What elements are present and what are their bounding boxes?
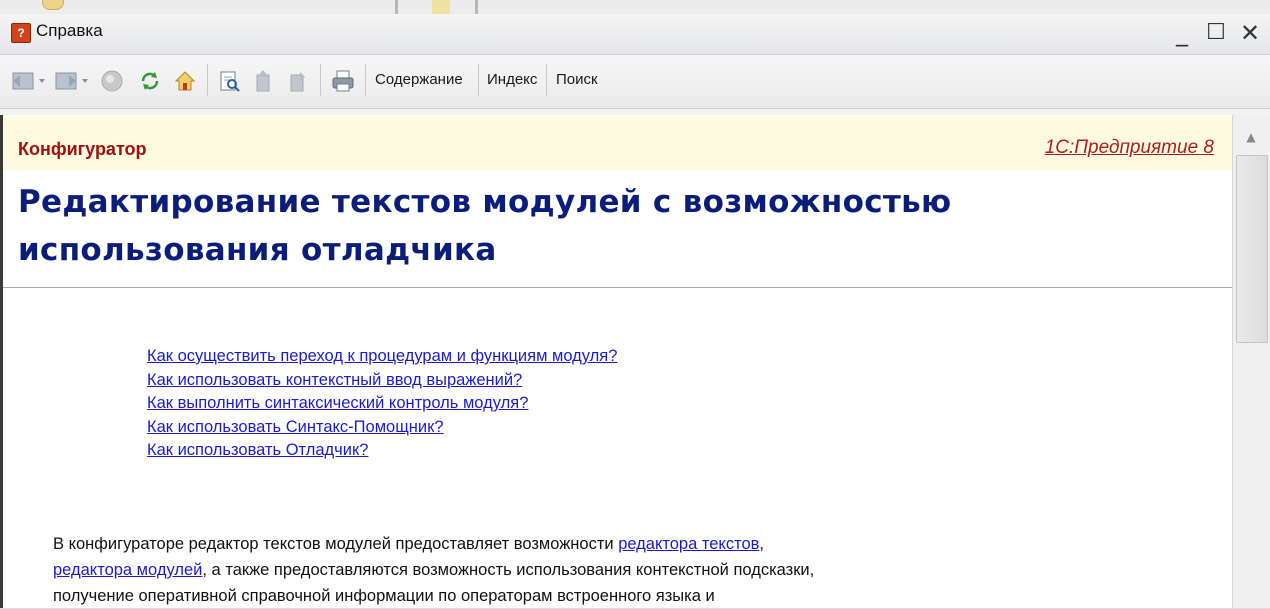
paragraph-text: ,: [759, 535, 764, 553]
home-icon: [174, 71, 196, 91]
module-editor-link[interactable]: редактора модулей: [53, 561, 202, 579]
paragraph-text: В конфигураторе редактор текстов модулей…: [53, 535, 619, 553]
home-button[interactable]: [170, 66, 200, 96]
find-button[interactable]: [214, 66, 244, 96]
toolbar-separator: [320, 64, 321, 96]
minimize-button[interactable]: _: [1165, 16, 1199, 50]
toolbar-separator: [478, 64, 479, 96]
back-button[interactable]: [10, 66, 48, 96]
product-link[interactable]: 1С:Предприятие 8: [1045, 137, 1214, 159]
topic-link[interactable]: Как осуществить переход к процедурам и ф…: [147, 345, 617, 369]
contents-tab-button[interactable]: Содержание: [375, 71, 463, 88]
next-topic-button[interactable]: [283, 66, 313, 96]
background-divider: [475, 0, 478, 14]
forward-button[interactable]: [53, 66, 91, 96]
topic-link[interactable]: Как использовать Синтакс-Помощник?: [147, 416, 617, 440]
toolbar-separator: [207, 64, 208, 96]
text-editor-link[interactable]: редактора текстов: [618, 535, 759, 553]
previous-topic-button[interactable]: [249, 66, 279, 96]
scroll-up-arrow-icon[interactable]: ▲: [1237, 123, 1265, 151]
printer-icon: [332, 70, 354, 92]
title-bar[interactable]: [0, 14, 1270, 55]
background-app-strip: [0, 0, 1270, 14]
forward-arrow-icon: [55, 72, 88, 90]
window-title: Справка: [36, 21, 103, 40]
section-label: Конфигуратор: [18, 139, 147, 159]
stop-icon: [101, 70, 123, 92]
page-title: Редактирование текстов модулей с возможн…: [18, 184, 952, 268]
toolbar-separator: [546, 64, 547, 96]
print-button[interactable]: [327, 66, 359, 96]
help-app-icon: ?: [11, 23, 31, 43]
index-tab-button[interactable]: Индекс: [487, 71, 537, 88]
close-button[interactable]: ✕: [1233, 16, 1267, 50]
maximize-button[interactable]: ☐: [1199, 16, 1233, 50]
background-app-icon: [42, 0, 64, 10]
refresh-icon: [141, 72, 159, 90]
search-tab-button[interactable]: Поиск: [556, 71, 598, 88]
paragraph-text: получение оперативной справочной информа…: [53, 587, 715, 605]
scrollbar-thumb[interactable]: [1236, 155, 1268, 343]
background-divider: [395, 0, 398, 14]
topic-link[interactable]: Как использовать Отладчик?: [147, 439, 617, 463]
toolbar-separator: [365, 64, 366, 96]
back-arrow-icon: [12, 72, 45, 90]
topic-links-list: Как осуществить переход к процедурам и ф…: [147, 345, 617, 463]
topic-link[interactable]: Как выполнить синтаксический контроль мо…: [147, 392, 617, 416]
stop-button[interactable]: [97, 66, 127, 96]
refresh-button[interactable]: [135, 66, 165, 96]
help-window: ? Справка _ ☐ ✕ Содержание Индекс Поиск …: [0, 0, 1270, 608]
next-topic-icon: [290, 72, 305, 92]
background-block: [432, 0, 450, 14]
topic-link[interactable]: Как использовать контекстный ввод выраже…: [147, 369, 617, 393]
paragraph-text: , а также предоставляются возможность ис…: [202, 561, 815, 579]
intro-paragraph: В конфигураторе редактор текстов модулей…: [53, 531, 1203, 609]
previous-topic-icon: [256, 70, 270, 92]
find-in-page-icon: [220, 71, 240, 92]
